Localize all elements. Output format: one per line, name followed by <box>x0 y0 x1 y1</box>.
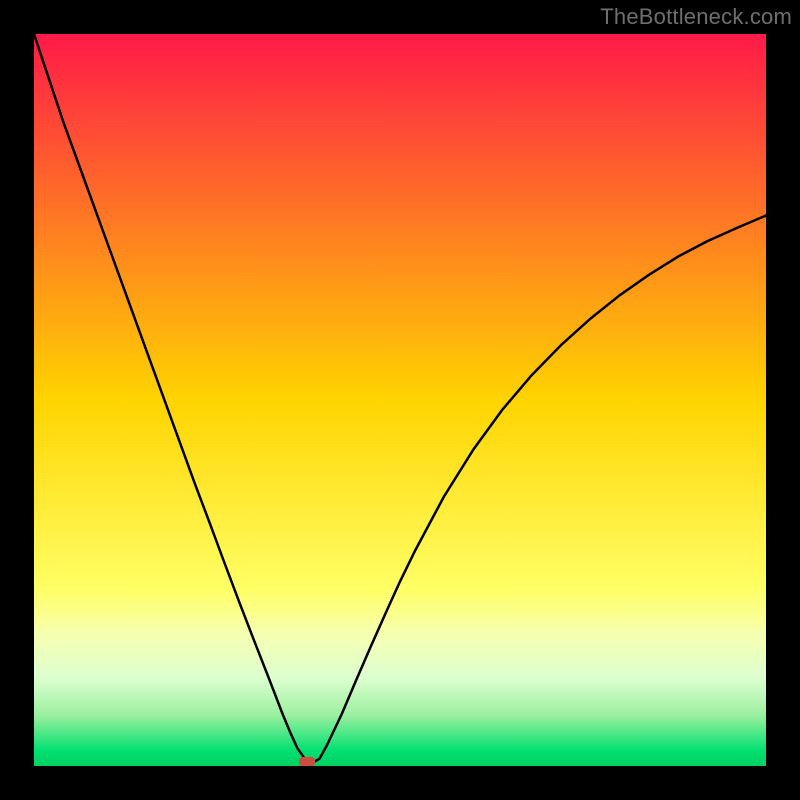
gradient-background <box>34 34 766 766</box>
plot-area <box>34 34 766 766</box>
optimal-point-marker <box>299 757 315 766</box>
chart-frame: TheBottleneck.com <box>0 0 800 800</box>
chart-svg <box>34 34 766 766</box>
watermark-text: TheBottleneck.com <box>600 4 792 30</box>
